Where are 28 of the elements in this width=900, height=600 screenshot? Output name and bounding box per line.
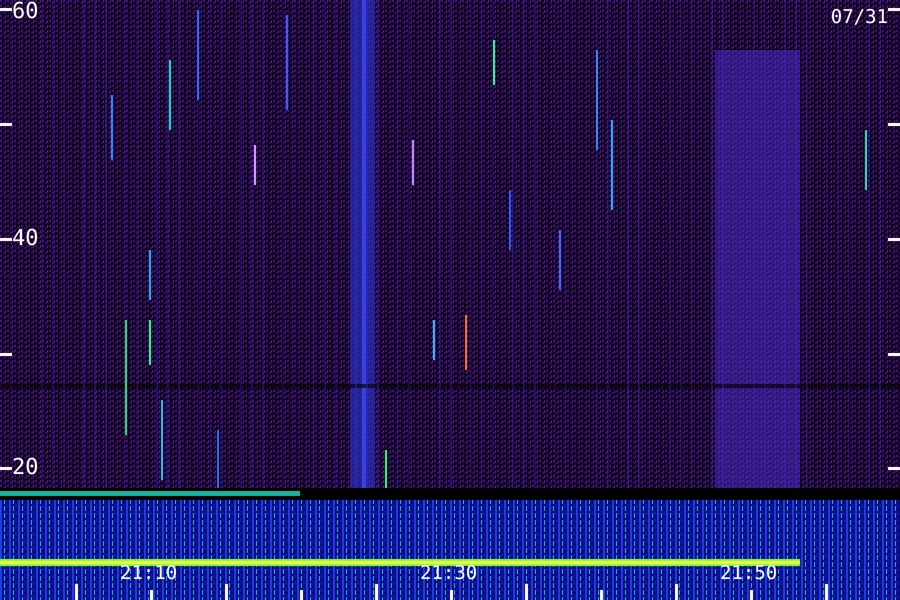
tick-mark bbox=[75, 584, 78, 600]
tick-mark bbox=[0, 123, 12, 126]
tick-mark bbox=[0, 467, 12, 470]
tick-mark bbox=[150, 590, 153, 600]
tick-mark bbox=[888, 123, 900, 126]
axis-label: 21:30 bbox=[420, 562, 478, 584]
tick-mark bbox=[0, 353, 12, 356]
tick-mark bbox=[750, 590, 753, 600]
tick-mark bbox=[888, 8, 900, 11]
axis-label: 21:50 bbox=[720, 562, 778, 584]
tick-mark bbox=[888, 467, 900, 470]
tick-mark bbox=[888, 353, 900, 356]
tick-mark bbox=[300, 590, 303, 600]
tick-mark bbox=[825, 584, 828, 600]
axis-label: 60 bbox=[12, 0, 38, 24]
tick-mark bbox=[675, 584, 678, 600]
axis-label: 20 bbox=[12, 456, 38, 480]
tick-mark bbox=[0, 238, 12, 241]
tick-mark bbox=[525, 584, 528, 600]
tick-mark bbox=[375, 584, 378, 600]
tick-mark bbox=[450, 590, 453, 600]
tick-mark bbox=[600, 590, 603, 600]
tick-mark bbox=[888, 238, 900, 241]
date-label: 07/31 bbox=[830, 6, 888, 28]
axis-label: 40 bbox=[12, 226, 38, 250]
tick-mark bbox=[225, 584, 228, 600]
tick-mark bbox=[0, 8, 12, 11]
axis-label: 21:10 bbox=[120, 562, 178, 584]
